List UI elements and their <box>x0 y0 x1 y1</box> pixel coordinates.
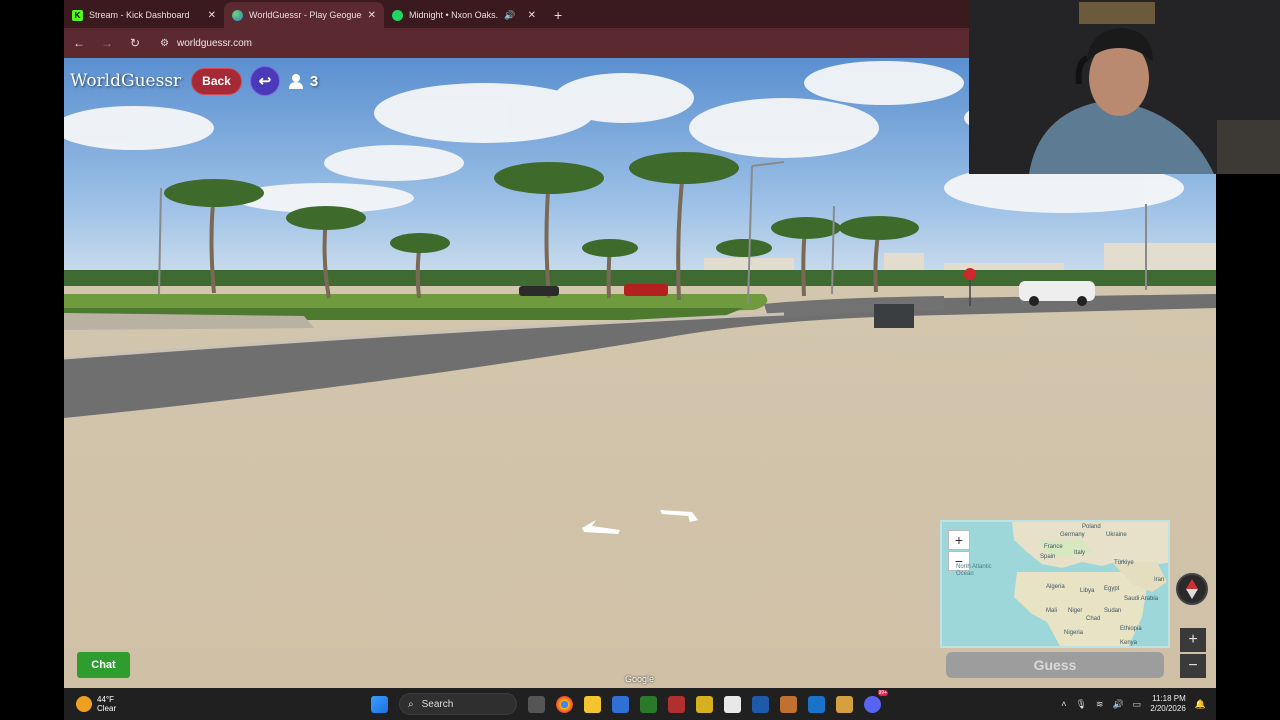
notification-badge: 99+ <box>877 689 888 696</box>
close-tab-icon[interactable]: ✕ <box>528 10 536 21</box>
taskbar-apps: ⌕ Search 99+ <box>371 689 888 715</box>
search-icon: ⌕ <box>408 698 414 710</box>
taskbar-search[interactable]: ⌕ Search <box>399 693 517 715</box>
map-label: Libya <box>1080 588 1095 594</box>
chevron-up-icon[interactable]: ˄ <box>1061 699 1066 709</box>
map-label: Germany <box>1060 532 1085 538</box>
close-tab-icon[interactable]: ✕ <box>208 10 216 21</box>
kick-icon: K <box>72 9 83 21</box>
app-icon-yellow[interactable] <box>696 695 713 713</box>
user-icon <box>288 74 303 89</box>
browser-toolbar: ← → ↻ ⚙ worldguessr.com <box>64 28 969 58</box>
map-label: Spain <box>1040 554 1056 560</box>
view-zoom-out[interactable]: − <box>1180 654 1206 678</box>
guess-minimap[interactable]: + − Poland Germany Ukraine France Spain … <box>940 520 1170 648</box>
map-label: Algeria <box>1046 584 1065 590</box>
address-text: worldguessr.com <box>176 37 252 49</box>
back-arrow-icon[interactable]: ← <box>72 36 86 50</box>
map-label: Saudi Arabia <box>1124 596 1159 602</box>
tab-worldguessr[interactable]: WorldGuessr - Play Geoguessr ✕ <box>224 2 384 28</box>
weather-temp: 44°F <box>97 695 114 704</box>
site-settings-icon[interactable]: ⚙ <box>160 38 169 49</box>
map-label: Türkiye <box>1114 560 1134 566</box>
system-tray: ˄ 🎙 ≋ 🔊 ▭ 11:18 PM 2/20/2026 🔔 <box>1061 694 1216 714</box>
map-label: France <box>1044 544 1063 550</box>
app-icon-orange[interactable] <box>780 695 797 713</box>
map-label: Italy <box>1074 550 1086 556</box>
map-label: Ethiopia <box>1120 626 1142 632</box>
player-count: 3 <box>288 73 318 90</box>
windows-start-icon[interactable] <box>371 695 388 713</box>
close-tab-icon[interactable]: ✕ <box>368 10 376 21</box>
ms-store-icon[interactable] <box>612 695 629 713</box>
weather-widget[interactable]: 44°F Clear <box>76 695 356 713</box>
forward-arrow-icon[interactable]: → <box>100 36 114 50</box>
clock-date: 2/20/2026 <box>1150 704 1186 713</box>
screen: K Stream - Kick Dashboard ✕ WorldGuessr … <box>0 0 1280 720</box>
app-icon-green[interactable] <box>640 695 657 713</box>
app-icon-blue[interactable] <box>752 695 769 713</box>
map-zoom-in[interactable]: + <box>948 530 970 550</box>
undo-arrow-icon: ↩ <box>258 73 272 90</box>
weather-moon-icon <box>76 696 92 712</box>
new-tab-button[interactable]: + <box>554 2 562 28</box>
file-explorer-icon[interactable] <box>584 695 601 713</box>
wifi-icon[interactable]: ≋ <box>1096 699 1104 710</box>
app-icon-red[interactable] <box>668 695 685 713</box>
tab-title: WorldGuessr - Play Geoguessr <box>249 10 362 20</box>
compass-needle-icon <box>1186 579 1198 599</box>
map-label: Sudan <box>1104 608 1122 614</box>
reload-icon[interactable]: ↻ <box>128 36 142 50</box>
task-view-icon[interactable] <box>528 695 545 713</box>
back-button[interactable]: Back <box>191 67 242 95</box>
map-label: Egypt <box>1104 586 1120 592</box>
guess-button[interactable]: Guess <box>946 652 1164 678</box>
webcam-overlay <box>969 0 1280 174</box>
worldguessr-logo: WorldGuessr <box>70 71 182 91</box>
browser-tab-bar: K Stream - Kick Dashboard ✕ WorldGuessr … <box>64 0 969 28</box>
view-zoom-in[interactable]: + <box>1180 628 1206 652</box>
battery-icon[interactable]: ▭ <box>1133 699 1142 710</box>
map-label: Kenya <box>1120 640 1138 646</box>
game-top-bar: WorldGuessr Back ↩ 3 <box>70 66 318 96</box>
discord-icon[interactable]: 99+ <box>864 689 888 713</box>
notepad-icon[interactable] <box>724 695 741 713</box>
tab-title: Stream - Kick Dashboard <box>89 10 190 20</box>
map-label: Ukraine <box>1106 532 1127 538</box>
tab-kick-dashboard[interactable]: K Stream - Kick Dashboard ✕ <box>64 2 224 28</box>
compass-button[interactable] <box>1176 573 1208 605</box>
google-watermark: Google <box>625 674 655 684</box>
chrome-icon[interactable] <box>556 695 573 713</box>
app-icon-gold[interactable] <box>836 695 853 713</box>
tab-spotify[interactable]: Midnight • Nxon Oaks. 🔊 ✕ <box>384 2 544 28</box>
address-bar[interactable]: ⚙ worldguessr.com <box>152 32 260 54</box>
microphone-icon[interactable]: 🎙 <box>1075 699 1086 710</box>
speaker-icon[interactable]: 🔊 <box>504 10 515 21</box>
map-label: Iran <box>1154 577 1165 583</box>
notification-bell-icon[interactable]: 🔔 <box>1195 699 1206 710</box>
map-label: Poland <box>1082 524 1101 530</box>
view-zoom-controls: + − <box>1180 628 1206 678</box>
clock-time: 11:18 PM <box>1152 694 1186 703</box>
clock[interactable]: 11:18 PM 2/20/2026 <box>1150 694 1186 714</box>
map-label: Nigeria <box>1064 630 1084 636</box>
map-label: Chad <box>1086 616 1101 622</box>
globe-icon <box>232 9 243 21</box>
weather-condition: Clear <box>97 704 117 713</box>
webcam-feed <box>969 0 1280 174</box>
windows-taskbar: 44°F Clear ⌕ Search 99+ ˄ 🎙 ≋ 🔊 ▭ 11:18 … <box>64 688 1216 720</box>
map-label: North Atlantic Ocean <box>956 564 992 577</box>
map-label: Mali <box>1046 608 1058 614</box>
chat-button[interactable]: Chat <box>77 652 130 678</box>
tab-title: Midnight • Nxon Oaks. <box>409 10 499 20</box>
player-count-value: 3 <box>309 72 319 90</box>
map-label: Niger <box>1068 608 1083 614</box>
volume-icon[interactable]: 🔊 <box>1112 699 1123 710</box>
outlook-icon[interactable] <box>808 695 825 713</box>
search-label: Search <box>421 698 454 710</box>
spotify-icon <box>392 9 403 21</box>
return-to-start-button[interactable]: ↩ <box>249 66 280 96</box>
